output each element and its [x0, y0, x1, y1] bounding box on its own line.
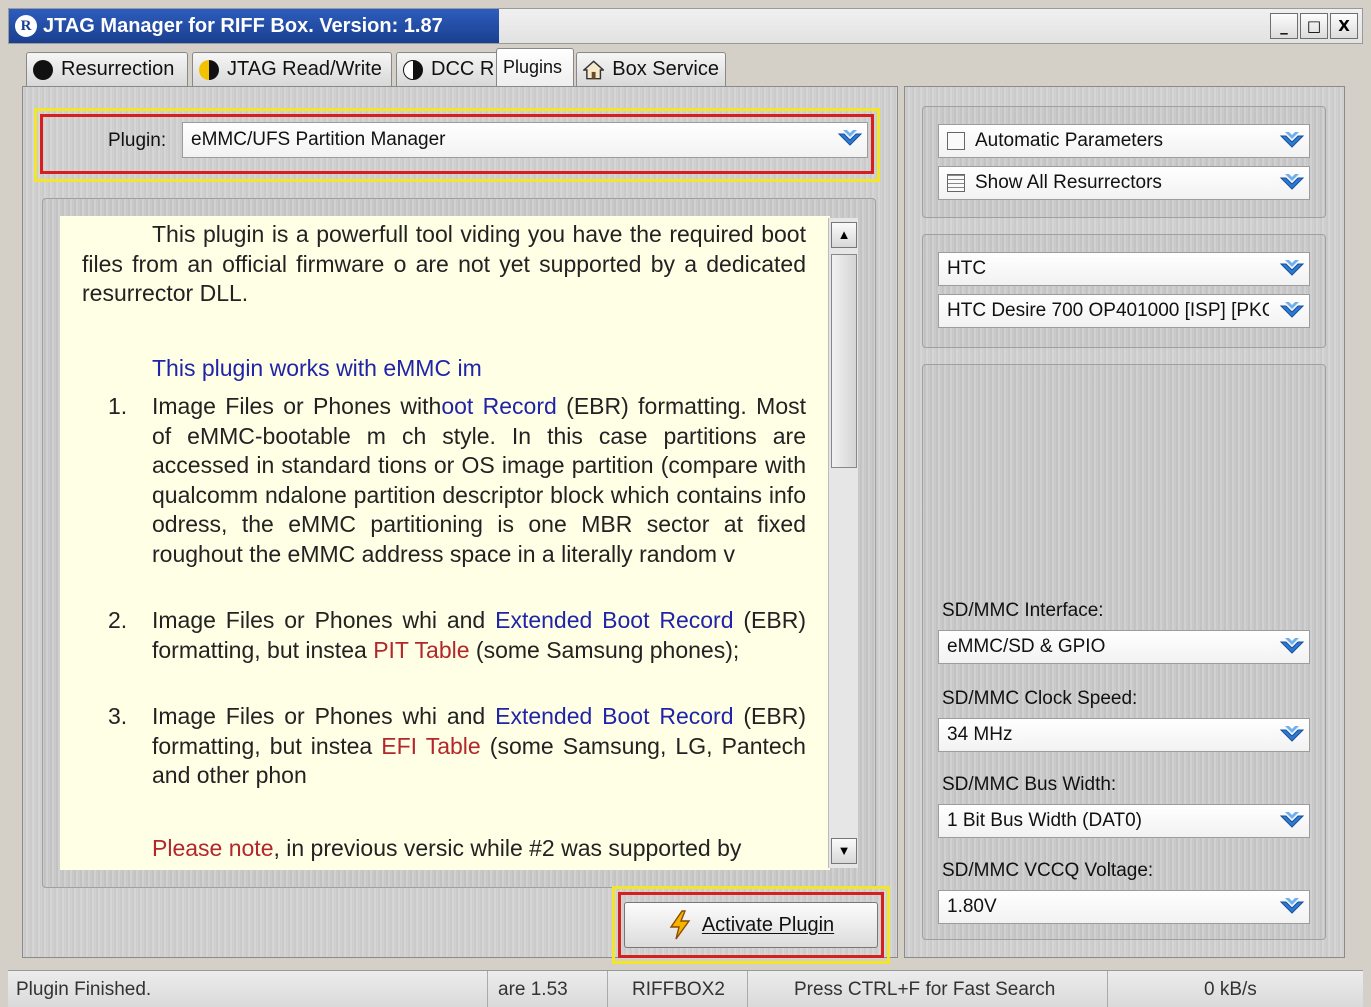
dropdown-arrow-icon — [1279, 132, 1305, 148]
link-pit-table[interactable]: PIT Table — [373, 637, 469, 663]
activate-plugin-button[interactable]: Activate Plugin — [624, 902, 878, 948]
plugin-select[interactable]: eMMC/UFS Partition Manager — [182, 122, 868, 158]
tab-dcc[interactable]: DCC R — [396, 52, 500, 86]
minimize-button[interactable]: _ — [1270, 13, 1298, 39]
link-extended-boot-record[interactable]: Extended Boot Record — [495, 607, 733, 633]
dropdown-arrow-icon — [1279, 174, 1305, 190]
activate-plugin-label: Activate Plugin — [701, 913, 835, 936]
link-extended-boot-record[interactable]: Extended Boot Record — [495, 703, 733, 729]
model-select[interactable]: HTC Desire 700 OP401000 [ISP] [PKG — [938, 294, 1310, 328]
note-paragraph: Please note, in previous versic while #2… — [152, 835, 742, 861]
dropdown-arrow-icon — [1279, 726, 1305, 742]
sdmmc-interface-select[interactable]: eMMC/SD & GPIO — [938, 630, 1310, 664]
dropdown-arrow-icon — [1279, 812, 1305, 828]
vccq-voltage-label: SD/MMC VCCQ Voltage: — [942, 860, 1154, 881]
app-logo-icon: R — [15, 15, 37, 37]
link-please-note[interactable]: Please note — [152, 835, 273, 861]
plugin-select-value: eMMC/UFS Partition Manager — [191, 129, 446, 150]
window-title: JTAG Manager for RIFF Box. Version: 1.87 — [43, 15, 443, 37]
link-efi-table[interactable]: EFI Table — [381, 733, 480, 759]
clock-speed-select[interactable]: 34 MHz — [938, 718, 1310, 752]
tab-jtag-read-write[interactable]: JTAG Read/Write — [192, 52, 392, 86]
clock-speed-label: SD/MMC Clock Speed: — [942, 688, 1138, 709]
yellow-half-circle-icon — [199, 59, 219, 80]
maximize-button[interactable]: □ — [1300, 13, 1328, 39]
title-bar[interactable]: R JTAG Manager for RIFF Box. Version: 1.… — [8, 8, 1363, 44]
lightning-icon — [669, 910, 691, 940]
dropdown-arrow-icon — [1279, 302, 1305, 318]
list-item: 1. Image Files or Phones withoot Record … — [108, 393, 806, 567]
status-message: Plugin Finished. — [8, 971, 488, 1007]
tab-resurrection[interactable]: Resurrection — [26, 52, 188, 86]
plugin-label: Plugin: — [108, 130, 167, 151]
works-with-heading: This plugin works with eMMC im — [152, 355, 482, 381]
dropdown-arrow-icon — [837, 130, 863, 146]
window-controls: _ □ X — [1270, 13, 1358, 39]
automatic-parameters-select[interactable]: Automatic Parameters — [938, 124, 1310, 158]
home-icon — [583, 59, 605, 79]
tab-plugins[interactable]: Plugins — [496, 48, 574, 86]
list-icon — [947, 174, 965, 192]
status-box: RIFFBOX2 — [608, 971, 748, 1007]
close-button[interactable]: X — [1330, 13, 1358, 39]
show-resurrectors-select[interactable]: Show All Resurrectors — [938, 166, 1310, 200]
status-hint: Press CTRL+F for Fast Search — [748, 971, 1108, 1007]
dropdown-arrow-icon — [1279, 898, 1305, 914]
intro-paragraph: This plugin is a powerfull tool viding y… — [82, 221, 806, 306]
tab-label: JTAG Read/Write — [227, 58, 382, 80]
options-group — [922, 106, 1326, 218]
tab-label: DCC R — [431, 58, 495, 80]
manufacturer-select[interactable]: HTC — [938, 252, 1310, 286]
dropdown-arrow-icon — [1279, 260, 1305, 276]
black-half-circle-icon — [403, 59, 423, 80]
vccq-voltage-select[interactable]: 1.80V — [938, 890, 1310, 924]
list-item: 3. Image Files or Phones whi and Extende… — [108, 703, 807, 788]
bus-width-label: SD/MMC Bus Width: — [942, 774, 1117, 795]
tab-box-service[interactable]: Box Service — [576, 52, 726, 86]
description-scrollbar[interactable]: ▲ ▼ — [828, 218, 858, 868]
plugin-description[interactable]: This plugin is a powerfull tool viding y… — [60, 216, 830, 870]
status-bar: Plugin Finished. are 1.53 RIFFBOX2 Press… — [8, 970, 1363, 1007]
bus-width-select[interactable]: 1 Bit Bus Width (DAT0) — [938, 804, 1310, 838]
tab-label: Resurrection — [61, 58, 175, 80]
black-circle-icon — [33, 59, 53, 80]
scroll-up-icon[interactable]: ▲ — [831, 222, 857, 248]
status-speed: 0 kB/s — [1204, 979, 1257, 1000]
status-firmware: are 1.53 — [488, 971, 608, 1007]
sdmmc-interface-label: SD/MMC Interface: — [942, 600, 1104, 621]
scroll-down-icon[interactable]: ▼ — [831, 838, 857, 864]
tab-label: Box Service — [612, 58, 719, 80]
document-icon — [947, 132, 965, 150]
link-boot-record[interactable]: oot Record — [441, 393, 556, 419]
dropdown-arrow-icon — [1279, 638, 1305, 654]
tab-label: Plugins — [503, 57, 563, 77]
scroll-thumb[interactable] — [831, 254, 857, 468]
list-item: 2. Image Files or Phones whi and Extende… — [108, 607, 807, 663]
